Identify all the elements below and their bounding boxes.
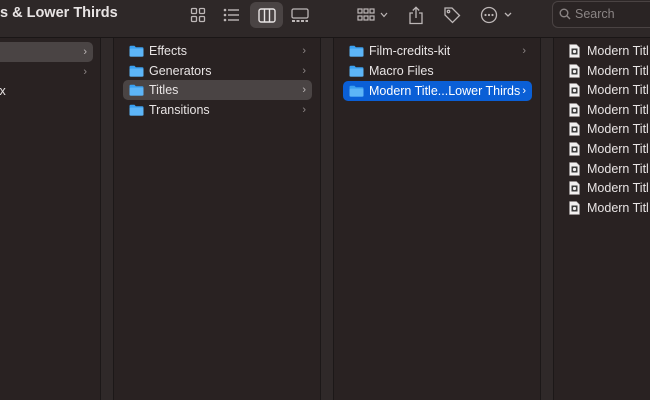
document-icon: [569, 63, 580, 78]
file-item[interactable]: Modern Titl: [565, 198, 650, 218]
window-title: s & Lower Thirds: [0, 5, 118, 21]
folder-icon: [129, 84, 144, 96]
folder-item-titles[interactable]: Titles ›: [123, 80, 312, 100]
list-view-icon[interactable]: [219, 2, 243, 28]
column-files: Modern Titl Modern Titl Modern Titl Modern …: [553, 38, 650, 400]
folder-icon: [349, 45, 364, 57]
folder-item-film-credits-kit[interactable]: Film-credits-kit ›: [343, 41, 532, 61]
share-icon[interactable]: [405, 2, 427, 28]
chevron-right-icon: ›: [302, 104, 306, 116]
item-label: Effects: [149, 44, 187, 58]
document-icon: [569, 83, 580, 97]
item-label: Modern Titl: [587, 44, 649, 58]
document-icon: [569, 200, 580, 215]
file-item[interactable]: Modern Titl: [565, 80, 650, 100]
chevron-right-icon: ›: [83, 46, 87, 58]
column-motion-templates: Effects › Generators › Titles › Transiti…: [113, 38, 320, 400]
chevron-right-icon: ›: [522, 45, 526, 57]
folder-item-effects[interactable]: Effects ›: [123, 41, 312, 61]
list-item[interactable]: fx: [0, 81, 93, 101]
item-label: Modern Titl: [587, 83, 649, 98]
item-label: Modern Titl: [587, 142, 649, 156]
group-by-icon[interactable]: [356, 2, 390, 28]
column-titles: Film-credits-kit › Macro Files Modern Ti…: [333, 38, 540, 400]
folder-item-transitions[interactable]: Transitions ›: [123, 100, 312, 120]
item-label: Modern Titl: [587, 181, 649, 196]
folder-icon: [129, 45, 144, 57]
search-icon: [559, 8, 571, 20]
file-item[interactable]: Modern Titl: [565, 178, 650, 198]
document-icon: [569, 181, 580, 195]
column-view-icon[interactable]: [250, 2, 283, 28]
item-label: Modern Titl: [587, 200, 649, 215]
file-item[interactable]: Modern Titl: [565, 41, 650, 61]
item-label: Macro Files: [369, 64, 434, 78]
folder-icon: [129, 65, 144, 77]
folder-icon: [129, 104, 144, 116]
list-item[interactable]: ›: [0, 62, 93, 82]
list-item[interactable]: ›: [0, 42, 93, 62]
item-label: Modern Titl: [587, 161, 649, 176]
document-icon: [569, 102, 580, 117]
item-label: Film-credits-kit: [369, 44, 451, 58]
file-item[interactable]: Modern Titl: [565, 61, 650, 81]
folder-item-modern-titles[interactable]: Modern Title...Lower Thirds ›: [343, 81, 532, 101]
item-label: Titles: [149, 83, 179, 97]
search-input[interactable]: [575, 5, 650, 23]
document-icon: [569, 122, 580, 137]
folder-icon: [349, 85, 364, 97]
file-item[interactable]: Modern Titl: [565, 159, 650, 179]
column-divider[interactable]: [540, 38, 554, 400]
folder-item-generators[interactable]: Generators ›: [123, 61, 312, 81]
document-icon: [569, 44, 580, 58]
column-divider[interactable]: [320, 38, 334, 400]
file-item[interactable]: Modern Titl: [565, 119, 650, 139]
item-label: fx: [0, 84, 6, 98]
toolbar: s & Lower Thirds: [0, 0, 650, 38]
chevron-right-icon: ›: [302, 45, 306, 57]
file-item[interactable]: Modern Titl: [565, 100, 650, 120]
chevron-right-icon: ›: [522, 85, 526, 97]
column-parent: › › fx: [0, 38, 100, 400]
document-icon: [569, 161, 580, 176]
item-label: Modern Title...Lower Thirds: [369, 84, 521, 98]
item-label: Modern Titl: [587, 122, 649, 137]
item-label: Generators: [149, 64, 212, 78]
chevron-right-icon: ›: [302, 65, 306, 77]
folder-item-macro-files[interactable]: Macro Files: [343, 61, 532, 81]
more-actions-icon[interactable]: [479, 2, 515, 28]
tag-icon[interactable]: [441, 2, 463, 28]
document-icon: [569, 142, 580, 156]
item-label: Modern Titl: [587, 63, 649, 78]
gallery-view-icon[interactable]: [288, 2, 312, 28]
folder-icon: [349, 65, 364, 77]
item-label: Transitions: [149, 103, 210, 117]
grid-view-icon[interactable]: [186, 2, 210, 28]
chevron-right-icon: ›: [302, 84, 306, 96]
chevron-right-icon: ›: [83, 66, 87, 78]
search-field[interactable]: [552, 1, 650, 28]
file-item[interactable]: Modern Titl: [565, 139, 650, 159]
column-divider[interactable]: [100, 38, 114, 400]
item-label: Modern Titl: [587, 102, 649, 117]
